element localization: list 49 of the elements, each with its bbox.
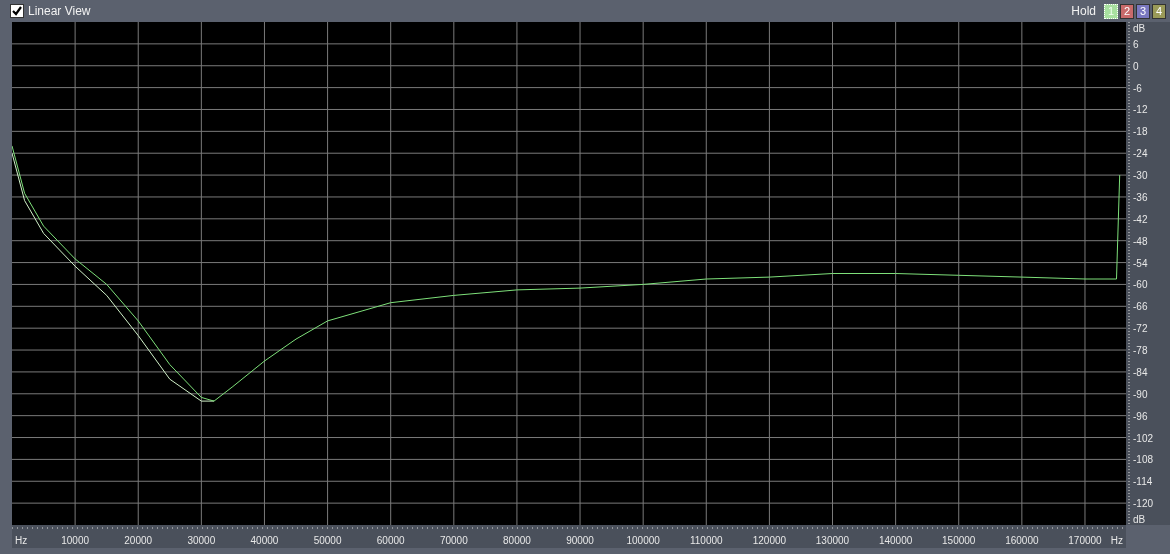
hold-label: Hold <box>1071 4 1096 18</box>
y-axis-label: -84 <box>1133 366 1148 378</box>
x-axis-label: 130000 <box>815 535 850 546</box>
y-axis-label: -48 <box>1133 235 1148 247</box>
y-axis-label: 0 <box>1133 60 1139 72</box>
y-axis-label: -102 <box>1133 432 1153 444</box>
y-axis-label: -42 <box>1133 213 1148 225</box>
y-axis-label: -90 <box>1133 388 1148 400</box>
y-axis-label: -66 <box>1133 301 1148 313</box>
x-axis-label: 60000 <box>376 535 405 546</box>
x-axis-label: 160000 <box>1005 535 1039 546</box>
x-axis-label: 120000 <box>752 535 787 546</box>
y-axis-label: -120 <box>1133 498 1153 510</box>
x-axis-label: 30000 <box>187 535 216 546</box>
y-axis-label: -36 <box>1133 191 1148 203</box>
hold-slot-button[interactable]: 4 <box>1152 3 1166 19</box>
checkbox-label: Linear View <box>28 4 91 18</box>
y-axis-label: 6 <box>1133 38 1139 50</box>
y-axis-label: -54 <box>1133 257 1148 269</box>
hold-slot-button[interactable]: 3 <box>1136 3 1150 19</box>
x-axis-label: 80000 <box>503 535 531 546</box>
x-axis-label: 110000 <box>689 535 723 546</box>
x-axis-label: 140000 <box>878 535 913 546</box>
y-axis-label: -108 <box>1133 454 1153 466</box>
y-axis-label: -30 <box>1133 170 1148 182</box>
y-axis-label: -24 <box>1133 148 1148 160</box>
y-axis-label: -60 <box>1133 279 1148 291</box>
x-axis-label: 40000 <box>250 535 279 546</box>
y-axis-label: dB <box>1133 23 1146 34</box>
y-axis-label: -18 <box>1133 126 1148 138</box>
x-axis-label: 20000 <box>124 535 153 546</box>
x-axis-label: 90000 <box>566 535 594 546</box>
y-axis-label: -114 <box>1133 476 1153 488</box>
x-axis-label: Hz <box>15 535 28 546</box>
x-axis-label: 100000 <box>626 535 660 546</box>
hold-slot-button[interactable]: 2 <box>1120 3 1134 19</box>
y-axis-title: dB <box>1133 514 1146 525</box>
y-axis-label: -96 <box>1133 410 1148 422</box>
x-axis-label: 50000 <box>313 535 342 546</box>
x-axis-title: Hz <box>1110 535 1123 546</box>
x-axis-label: 70000 <box>439 535 468 546</box>
y-axis-label: -72 <box>1133 323 1148 335</box>
x-axis-label: 10000 <box>61 535 89 546</box>
y-axis-label: -78 <box>1133 345 1148 357</box>
checkbox[interactable] <box>10 4 24 18</box>
x-axis-label: 150000 <box>942 535 976 546</box>
x-axis-label: 170000 <box>1068 535 1102 546</box>
y-axis-label: -12 <box>1133 104 1148 116</box>
y-axis-label: -6 <box>1133 82 1142 94</box>
